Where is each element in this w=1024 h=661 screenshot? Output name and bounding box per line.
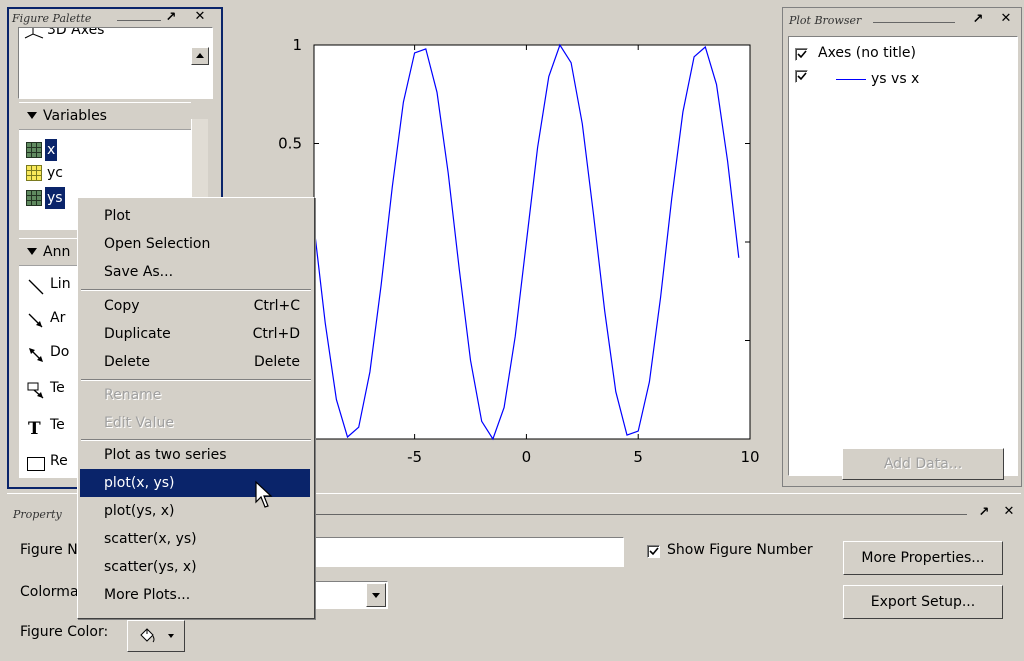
menu-item-label: plot(ys, x) (104, 503, 175, 519)
menu-separator (81, 289, 311, 291)
menu-item-label: Open Selection (104, 236, 211, 252)
colormap-dropdown-arrow[interactable] (366, 583, 386, 607)
close-icon[interactable]: ✕ (999, 12, 1013, 26)
paint-bucket-icon (140, 628, 155, 643)
x-tick-label: -5 (407, 448, 422, 466)
y-tick-label: 1 (292, 36, 302, 54)
plot-browser-list (788, 36, 1018, 476)
figure-name-input[interactable] (300, 537, 624, 567)
palette-new-subplots-list: 3D Axes (18, 27, 213, 99)
close-icon[interactable]: ✕ (1002, 505, 1016, 519)
menu-item-rename: Rename (80, 381, 310, 409)
annotations-header-label: Ann (43, 244, 71, 260)
add-data-button[interactable]: Add Data... (842, 448, 1004, 480)
x-tick-label: 0 (522, 448, 532, 466)
chevron-down-icon (168, 634, 174, 638)
menu-item-label: Plot as two series (104, 447, 227, 463)
show-figure-number-label[interactable]: Show Figure Number (667, 542, 813, 558)
menu-item-label: Rename (104, 387, 162, 403)
y-tick-label: 0.5 (278, 135, 302, 153)
axes-3d-label: 3D Axes (47, 27, 105, 38)
close-icon[interactable]: ✕ (193, 10, 207, 24)
mouse-cursor-icon (255, 480, 273, 508)
annotation-label: Te (50, 380, 65, 396)
menu-item-label: scatter(ys, x) (104, 559, 197, 575)
menu-item-plot-as-two-series[interactable]: Plot as two series (80, 441, 310, 469)
undock-icon[interactable]: ↗ (971, 13, 985, 27)
menu-item-scatter-x-ys[interactable]: scatter(x, ys) (80, 525, 310, 553)
series-line-icon (836, 79, 866, 80)
menu-item-delete[interactable]: Delete Delete (80, 348, 310, 376)
annotation-label: Lin (50, 276, 71, 292)
menu-item-save-as[interactable]: Save As... (80, 258, 310, 286)
palette-scrollbar[interactable] (191, 119, 208, 209)
export-setup-button[interactable]: Export Setup... (843, 585, 1003, 619)
menu-item-duplicate[interactable]: Duplicate Ctrl+D (80, 320, 310, 348)
annotation-label: Te (50, 417, 65, 433)
matrix-icon (26, 190, 42, 206)
colormap-label: Colorma (20, 584, 79, 600)
show-figure-number-checkbox[interactable] (647, 545, 660, 558)
figure-color-label: Figure Color: (20, 624, 109, 640)
menu-item-plot[interactable]: Plot (80, 202, 310, 230)
axes-item-label[interactable]: Axes (no title) (818, 45, 916, 61)
variable-item-x[interactable]: x (26, 139, 106, 161)
variables-section-header[interactable]: Variables (19, 102, 191, 130)
menu-item-label: Plot (104, 208, 131, 224)
text-arrow-icon (27, 382, 44, 399)
more-properties-button[interactable]: More Properties... (843, 541, 1003, 575)
menu-item-shortcut: Ctrl+D (252, 326, 300, 342)
figure-palette-title: Figure Palette (12, 12, 92, 25)
scroll-up-button[interactable] (191, 47, 209, 65)
plot-browser-title: Plot Browser (789, 14, 862, 27)
menu-item-label: More Plots... (104, 587, 191, 603)
x-tick-label: 10 (740, 448, 759, 466)
menu-item-more-plots[interactable]: More Plots... (80, 581, 310, 609)
variable-item-yc[interactable]: yc (26, 162, 106, 184)
double-arrow-icon (29, 348, 43, 362)
menu-item-copy[interactable]: Copy Ctrl+C (80, 292, 310, 320)
menu-item-label: Delete (104, 354, 150, 370)
annotation-label: Ar (50, 310, 66, 326)
variables-header-label: Variables (43, 108, 107, 124)
undock-icon[interactable]: ↗ (977, 506, 991, 520)
line-icon (28, 279, 44, 295)
axes-visible-checkbox[interactable] (795, 48, 808, 61)
axes-3d-icon (24, 28, 44, 39)
matrix-icon (26, 142, 42, 158)
annotation-label: Do (50, 344, 70, 360)
menu-item-open-selection[interactable]: Open Selection (80, 230, 310, 258)
figure-name-label: Figure N (20, 542, 78, 558)
menu-item-label: Copy (104, 298, 140, 314)
variable-label: yc (47, 165, 63, 181)
property-editor-title: Property (13, 508, 62, 521)
textbox-icon: T (28, 419, 41, 438)
menu-item-label: scatter(x, ys) (104, 531, 197, 547)
chevron-down-icon (372, 593, 380, 598)
annotation-label: Re (50, 453, 68, 469)
series-visible-checkbox[interactable] (795, 70, 808, 83)
menu-item-label: plot(x, ys) (104, 475, 175, 491)
menu-item-edit-value: Edit Value (80, 409, 310, 437)
collapse-icon (27, 112, 37, 119)
x-tick-label: 5 (633, 448, 643, 466)
svg-text:T: T (28, 419, 41, 438)
figure-color-button[interactable] (127, 620, 185, 652)
series-item-label[interactable]: ys vs x (871, 71, 919, 87)
matrix-icon (26, 165, 42, 181)
variable-label: ys (45, 187, 65, 209)
undock-icon[interactable]: ↗ (164, 11, 178, 25)
menu-item-scatter-ys-x[interactable]: scatter(ys, x) (80, 553, 310, 581)
menu-item-shortcut: Ctrl+C (253, 298, 300, 314)
arrow-icon (28, 313, 43, 328)
menu-item-label: Duplicate (104, 326, 171, 342)
menu-item-shortcut: Delete (254, 354, 300, 370)
menu-item-label: Save As... (104, 264, 174, 280)
context-menu: Plot Open Selection Save As... Copy Ctrl+C Du… (77, 197, 315, 619)
menu-item-label: Edit Value (104, 415, 175, 431)
rectangle-icon (27, 457, 45, 471)
collapse-icon (27, 248, 37, 255)
axes-3d-item[interactable]: 3D Axes (23, 27, 193, 44)
variable-label: x (45, 139, 58, 161)
